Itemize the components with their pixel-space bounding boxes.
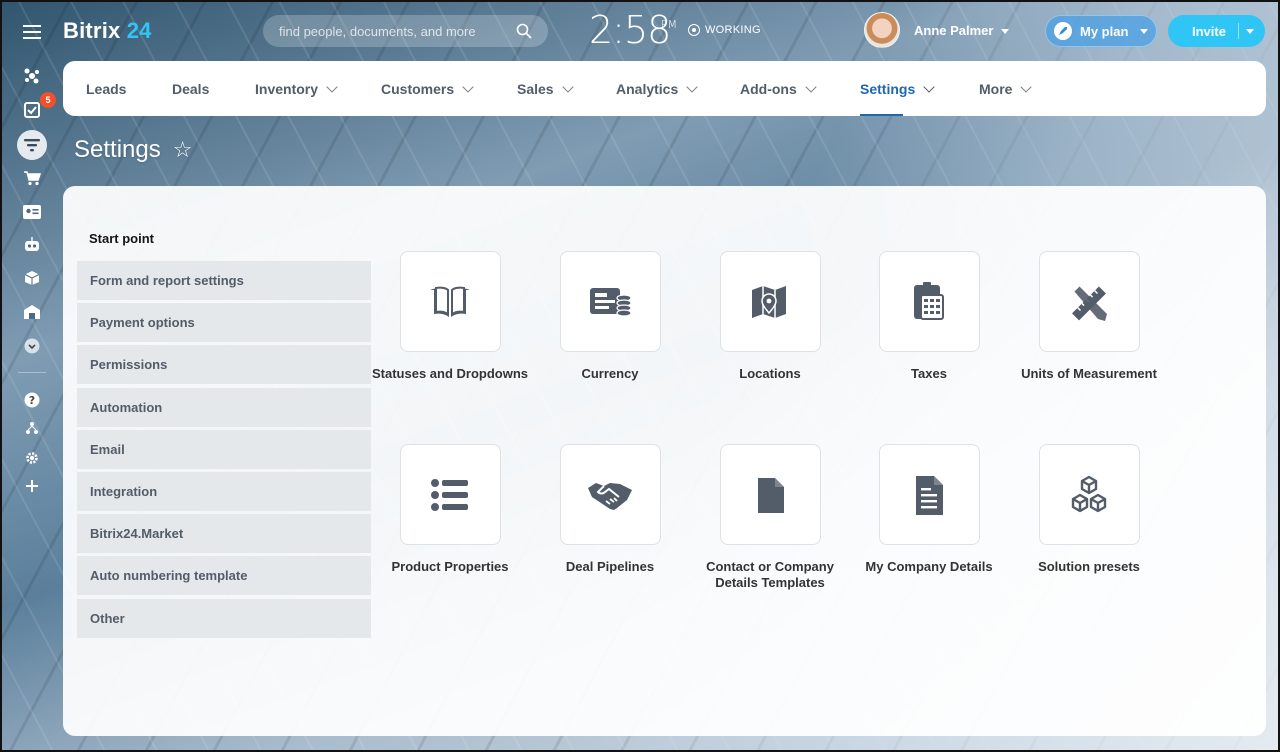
tile-label: Statuses and Dropdowns [371,366,529,381]
nav-inventory[interactable]: Inventory [255,61,338,116]
feed-icon[interactable] [16,62,48,90]
sidebar-item-other[interactable]: Other [77,598,371,638]
rocket-icon [1054,22,1072,40]
invite-label: Invite [1192,23,1226,39]
sidebar-item-email[interactable]: Email [77,429,371,469]
search-icon[interactable] [516,23,532,39]
crm-filter-icon[interactable] [17,130,47,160]
crm-top-nav: Leads Deals Inventory Customers Sales An… [63,61,1266,116]
tile-taxes[interactable]: Taxes [849,251,1009,382]
nav-analytics[interactable]: Analytics [616,61,698,116]
chevron-down-icon [1001,28,1010,34]
cubes-icon [1071,475,1107,512]
tasks-icon[interactable]: 5 [16,92,56,124]
sidebar-item-permissions[interactable]: Permissions [77,345,371,385]
currency-icon [590,287,632,317]
user-menu[interactable]: Anne Palmer [864,12,1010,48]
page-title: Settings ☆ [74,136,193,163]
tile-product-properties[interactable]: Product Properties [370,444,530,575]
document-lines-icon [916,475,943,515]
cart-icon[interactable] [16,164,48,192]
tile-units-of-measurement[interactable]: Units of Measurement [1009,251,1169,382]
tile-statuses-and-dropdowns[interactable]: Statuses and Dropdowns [370,251,530,382]
settings-panel: Start point Form and report settings Pay… [63,186,1266,736]
nav-customers[interactable]: Customers [381,61,474,116]
user-name: Anne Palmer [914,23,1010,38]
tile-solution-presets[interactable]: Solution presets [1009,444,1169,575]
ruler-pencil-icon [1072,284,1107,321]
chevron-down-icon [686,80,698,93]
sitemap-icon[interactable] [16,414,48,442]
work-status[interactable]: WORKING [688,24,761,36]
my-plan-button[interactable]: My plan [1045,15,1157,47]
chevron-down-icon [805,80,817,93]
menu-icon[interactable] [16,18,48,46]
search-input[interactable]: find people, documents, and more [263,15,548,47]
work-status-label: WORKING [705,24,761,36]
settings-sidebar: Form and report settings Payment options… [77,261,371,641]
nav-sales[interactable]: Sales [517,61,574,116]
nav-deals[interactable]: Deals [172,61,209,116]
list-icon [431,478,468,511]
nav-leads[interactable]: Leads [86,61,126,116]
tile-contact-or-company-details-templates[interactable]: Contact or Company Details Templates [690,444,850,591]
clock-ampm: PM [661,18,678,31]
tile-my-company-details[interactable]: My Company Details [849,444,1009,575]
tile-label: Product Properties [391,559,509,574]
sidebar-item-form-and-report-settings[interactable]: Form and report settings [77,261,371,300]
sidebar-item-bitrix24-market[interactable]: Bitrix24.Market [77,514,371,554]
my-plan-label: My plan [1080,23,1129,39]
invite-dropdown-icon[interactable] [1246,29,1254,34]
box-icon[interactable] [16,264,48,292]
contact-card-icon[interactable] [16,198,48,226]
sidebar-item-integration[interactable]: Integration [77,471,371,511]
nav-settings[interactable]: Settings [860,61,935,116]
calculator-icon [914,281,944,320]
sidebar-item-payment-options[interactable]: Payment options [77,303,371,343]
tasks-badge: 5 [40,92,56,108]
chevron-down-icon [326,80,338,93]
help-icon[interactable]: ? [16,386,48,414]
clock-time: 2:58 [589,8,671,52]
search-placeholder: find people, documents, and more [279,23,476,39]
tile-label: Locations [739,366,801,381]
tile-label: Units of Measurement [1021,366,1157,381]
tile-currency[interactable]: Currency [530,251,690,382]
add-icon[interactable] [16,472,48,500]
invite-button[interactable]: Invite [1168,15,1265,47]
svg-text:?: ? [29,394,35,407]
tile-label: Currency [581,366,639,381]
tile-deal-pipelines[interactable]: Deal Pipelines [530,444,690,575]
more-down-icon[interactable] [16,332,48,360]
nav-add-ons[interactable]: Add-ons [740,61,817,116]
chevron-down-icon [1140,28,1149,34]
left-rail: 5 ? [0,0,64,752]
chevron-down-icon [923,80,935,93]
document-icon [758,477,784,513]
tile-label: Contact or Company Details Templates [706,559,834,590]
map-pin-icon [752,285,786,318]
sidebar-title[interactable]: Start point [89,231,154,246]
tile-label: My Company Details [865,559,993,574]
clock[interactable]: 2:58 PM [589,8,677,52]
handshake-icon [588,482,632,510]
robot-icon[interactable] [16,230,48,258]
work-status-icon [688,24,700,36]
chevron-down-icon [462,80,474,93]
sidebar-item-automation[interactable]: Automation [77,387,371,427]
app-logo[interactable]: Bitrix 24 [63,18,152,44]
tile-label: Solution presets [1038,559,1140,574]
sidebar-item-auto-numbering-template[interactable]: Auto numbering template [77,556,371,596]
store-icon[interactable] [16,298,48,326]
book-icon [430,286,470,317]
star-icon[interactable]: ☆ [173,137,193,163]
nav-more[interactable]: More [979,61,1033,116]
tile-label: Deal Pipelines [565,559,655,574]
avatar[interactable] [864,12,900,48]
chevron-down-icon [1020,80,1033,93]
tile-locations[interactable]: Locations [690,251,850,382]
gear-icon[interactable] [16,444,48,472]
chevron-down-icon [561,80,574,93]
tile-label: Taxes [911,366,947,381]
